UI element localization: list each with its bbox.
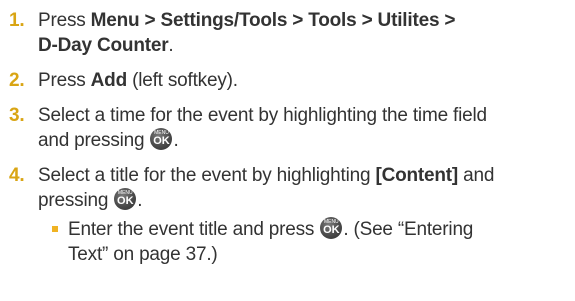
- step-text: Select a title for the event by highligh…: [38, 165, 376, 186]
- ok-label: OK: [153, 135, 170, 147]
- instruction-page: 1. Press Menu > Settings/Tools > Tools >…: [0, 0, 575, 301]
- punctuation: .: [137, 190, 143, 211]
- bullet-icon: [52, 226, 58, 232]
- punctuation: .: [168, 35, 174, 56]
- menu-ok-button-icon: MENU OK: [320, 217, 343, 239]
- step-text: pressing: [38, 190, 114, 211]
- step-number: 1.: [9, 10, 25, 31]
- ok-label: OK: [117, 195, 134, 207]
- step-number: 3.: [9, 105, 25, 126]
- step-1: 1. Press Menu > Settings/Tools > Tools >…: [0, 8, 575, 58]
- step-text: (left softkey).: [127, 70, 238, 91]
- step-3: 3. Select a time for the event by highli…: [0, 103, 575, 153]
- step-2: 2. Press Add (left softkey).: [0, 68, 575, 93]
- punctuation: .: [173, 130, 179, 151]
- step-text: Select a time for the event by highlight…: [38, 105, 487, 126]
- step-number: 4.: [9, 165, 25, 186]
- menu-ok-button-icon: MENU OK: [114, 188, 137, 210]
- substep-text: Text” on page 37.): [68, 244, 218, 265]
- step-text: Press: [38, 10, 91, 31]
- step-text: and pressing: [38, 130, 150, 151]
- substep: Enter the event title and press MENU OK. …: [0, 217, 575, 267]
- step-text: and: [458, 165, 495, 186]
- menu-path: Menu > Settings/Tools > Tools > Utilites…: [90, 10, 456, 31]
- menu-path-end: D-Day Counter: [38, 35, 169, 56]
- substep-text: Enter the event title and press: [68, 219, 320, 240]
- step-4: 4. Select a title for the event by highl…: [0, 163, 575, 213]
- content-field-label: [Content]: [375, 165, 459, 186]
- softkey-label: Add: [90, 70, 128, 91]
- substep-text: . (See “Entering: [343, 219, 474, 240]
- step-number: 2.: [9, 70, 25, 91]
- step-text: Press: [38, 70, 91, 91]
- menu-ok-button-icon: MENU OK: [150, 128, 173, 150]
- ok-label: OK: [323, 224, 340, 236]
